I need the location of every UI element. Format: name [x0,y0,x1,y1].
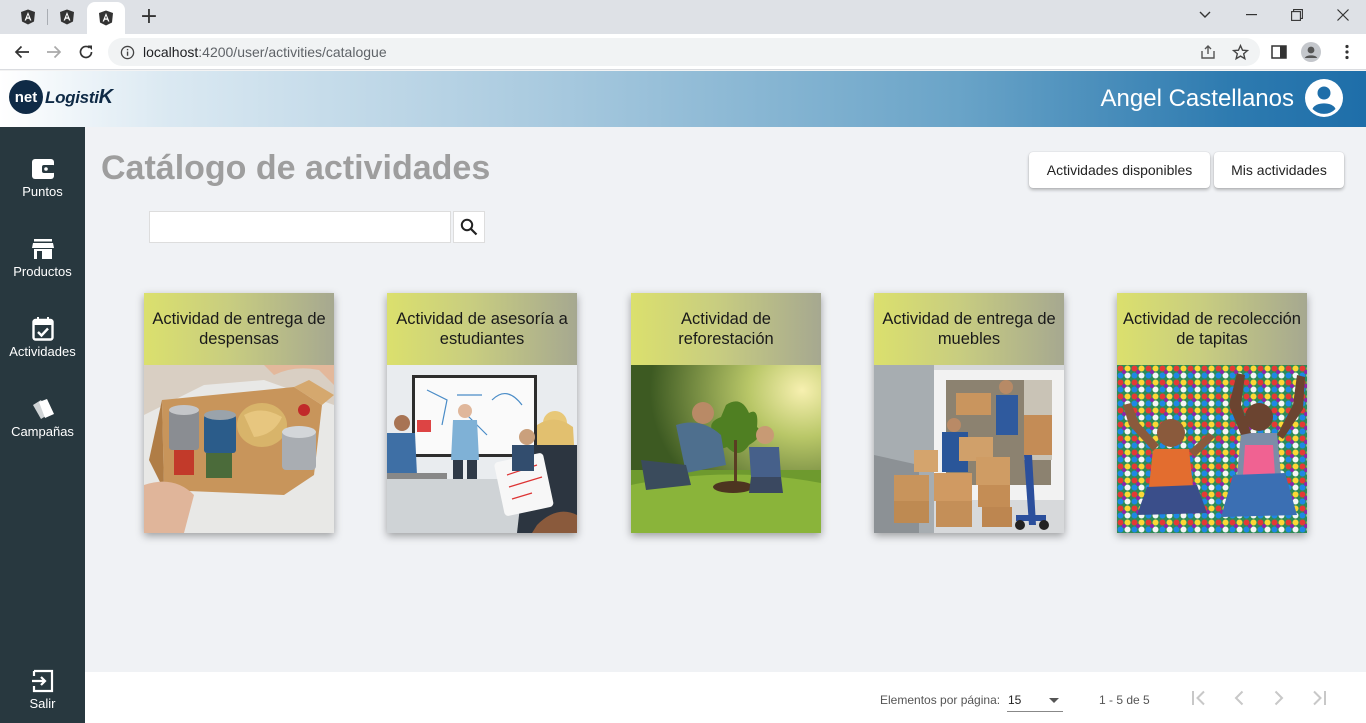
activity-card-title: Actividad de reforestación [678,310,774,348]
main-content: Catálogo de actividades Actividades disp… [85,127,1366,672]
first-page-icon [1192,690,1205,706]
paginator: Elementos por página: 15 1 - 5 de 5 [85,672,1366,723]
activity-card[interactable]: Actividad de reforestación [631,293,821,533]
dropdown-arrow-icon [1049,698,1059,703]
angular-icon [60,9,74,25]
sidebar-item-label: Productos [13,264,72,279]
brand-logo-text: LogistiK [45,85,113,108]
angular-icon [99,10,113,26]
app-header: net LogistiK Angel Castellanos [0,71,1366,127]
side-panel-icon[interactable] [1268,41,1290,63]
search-icon [460,218,478,236]
activity-card-header: Actividad de entrega de despensas [144,293,334,365]
arrow-left-icon [14,45,29,59]
page-range-label: 1 - 5 de 5 [1099,693,1150,707]
previous-page-button[interactable] [1227,686,1251,710]
sidebar-item-label: Campañas [11,424,74,439]
items-per-page-value: 15 [1008,693,1022,707]
calendar-check-icon [30,316,56,342]
minimize-button[interactable] [1228,0,1274,30]
first-page-button[interactable] [1187,686,1211,710]
last-page-button[interactable] [1307,686,1331,710]
activity-card-title: Actividad de entrega de despensas [152,310,326,348]
chevron-left-icon [1234,690,1244,706]
close-window-button[interactable] [1320,0,1366,30]
profile-icon[interactable] [1300,41,1322,63]
sidebar-item-campanas[interactable]: Campañas [0,396,85,439]
activity-card-header: Actividad de asesoría a estudiantes [387,293,577,365]
sidebar-item-label: Salir [29,696,56,711]
browser-tab-3-active[interactable] [87,2,125,34]
activity-card[interactable]: Actividad de asesoría a estudiantes [387,293,577,533]
wallet-icon [30,156,56,182]
activity-card-header: Actividad de entrega de muebles [874,293,1064,365]
activity-card[interactable]: Actividad de entrega de muebles [874,293,1064,533]
chevron-down-icon [1199,11,1211,18]
account-circle-icon[interactable] [1304,78,1344,118]
store-icon [30,236,56,262]
activity-card-title: Actividad de asesoría a estudiantes [396,310,568,348]
my-activities-button[interactable]: Mis actividades [1214,152,1344,188]
back-button[interactable] [10,40,34,64]
address-bar[interactable]: localhost:4200/user/activities/catalogue [108,38,1260,66]
activity-card-header: Actividad de reforestación [631,293,821,365]
search-input[interactable] [149,211,451,243]
logout-button[interactable]: Salir [0,668,85,711]
reload-icon [79,45,93,59]
angular-icon [21,9,35,25]
sidebar-item-label: Puntos [22,184,63,199]
search-button[interactable] [453,211,485,243]
arrow-right-icon [47,45,62,59]
restore-icon [1291,9,1303,21]
bottle-caps-photo [1117,365,1307,533]
sidebar-item-productos[interactable]: Productos [0,236,85,279]
sidebar-item-label: Actividades [9,344,76,359]
sidebar-item-actividades[interactable]: Actividades [0,316,85,359]
tab-search-button[interactable] [1182,0,1228,30]
brand-logo-mark: net [9,80,43,114]
page-title: Catálogo de actividades [101,149,491,187]
forward-button[interactable] [42,40,66,64]
brand-logo[interactable]: net LogistiK [9,80,113,114]
share-icon[interactable] [1199,43,1217,61]
browser-tab-2[interactable] [48,0,86,34]
browser-tab-1[interactable] [9,0,47,34]
tree-planting-photo [631,365,821,533]
info-icon[interactable] [118,43,136,61]
url-text: localhost:4200/user/activities/catalogue [143,44,387,60]
browser-tab-bar: + [0,0,1366,34]
activity-card-title: Actividad de entrega de muebles [882,310,1056,348]
moving-boxes-photo [874,365,1064,533]
close-icon [1337,9,1349,21]
activity-card[interactable]: Actividad de recolección de tapitas [1117,293,1307,533]
restore-button[interactable] [1274,0,1320,30]
items-per-page-label: Elementos por página: [880,693,1001,707]
reload-button[interactable] [74,40,98,64]
new-tab-button[interactable]: + [137,4,161,29]
classroom-photo [387,365,577,533]
logout-icon [30,668,56,694]
last-page-icon [1313,690,1326,706]
bookmark-star-icon[interactable] [1231,43,1249,61]
chevron-right-icon [1274,690,1284,706]
sidebar: Puntos Productos Actividades Campañas Sa… [0,127,85,723]
activity-card-title: Actividad de recolección de tapitas [1123,310,1301,348]
activity-card-header: Actividad de recolección de tapitas [1117,293,1307,365]
food-box-photo [144,365,334,533]
tickets-icon [30,396,56,422]
browser-menu-icon[interactable] [1336,41,1358,63]
user-name: Angel Castellanos [1100,85,1294,112]
items-per-page-select[interactable]: 15 [1007,688,1063,712]
available-activities-button[interactable]: Actividades disponibles [1029,152,1210,188]
browser-toolbar: localhost:4200/user/activities/catalogue [0,34,1366,70]
next-page-button[interactable] [1267,686,1291,710]
activity-card[interactable]: Actividad de entrega de despensas [144,293,334,533]
sidebar-item-puntos[interactable]: Puntos [0,156,85,199]
minimize-icon [1245,14,1257,16]
